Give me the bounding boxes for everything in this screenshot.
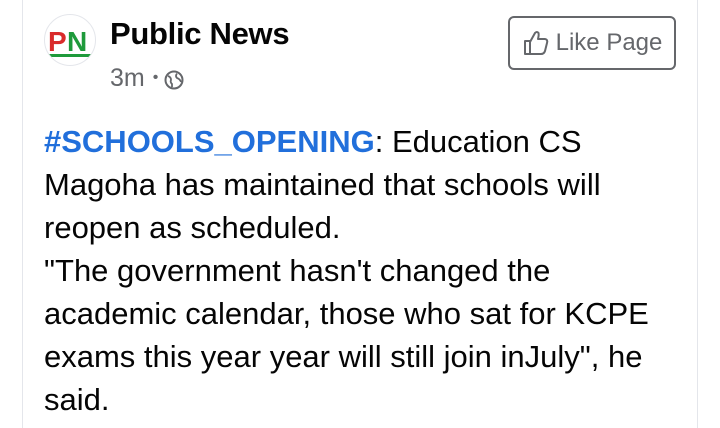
- post-header: P N Public News 3m • Like Page: [44, 14, 684, 104]
- page-name[interactable]: Public News: [110, 16, 290, 52]
- meta-separator: •: [152, 69, 159, 86]
- page-avatar[interactable]: P N: [44, 14, 96, 66]
- post-timestamp[interactable]: 3m: [110, 64, 145, 93]
- post-paragraph-lead: #SCHOOLS_OPENING: Education CS Magoha ha…: [44, 120, 684, 249]
- card-left-border: [22, 0, 23, 428]
- like-page-button[interactable]: Like Page: [508, 16, 676, 70]
- post-card: P N Public News 3m • Like Page #SCHOOLS_…: [0, 0, 720, 428]
- hashtag-link[interactable]: #SCHOOLS_OPENING: [44, 124, 375, 159]
- post-meta: 3m •: [110, 62, 184, 94]
- globe-icon: [164, 68, 184, 90]
- svg-text:N: N: [67, 26, 87, 57]
- thumbs-up-icon: [522, 29, 550, 57]
- svg-text:P: P: [48, 26, 67, 57]
- post-text: #SCHOOLS_OPENING: Education CS Magoha ha…: [44, 120, 684, 421]
- like-page-label: Like Page: [555, 29, 663, 56]
- card-right-border: [697, 0, 698, 428]
- post-quote-text: "The government hasn't changed the acade…: [44, 253, 649, 417]
- public-news-logo: P N: [48, 24, 92, 57]
